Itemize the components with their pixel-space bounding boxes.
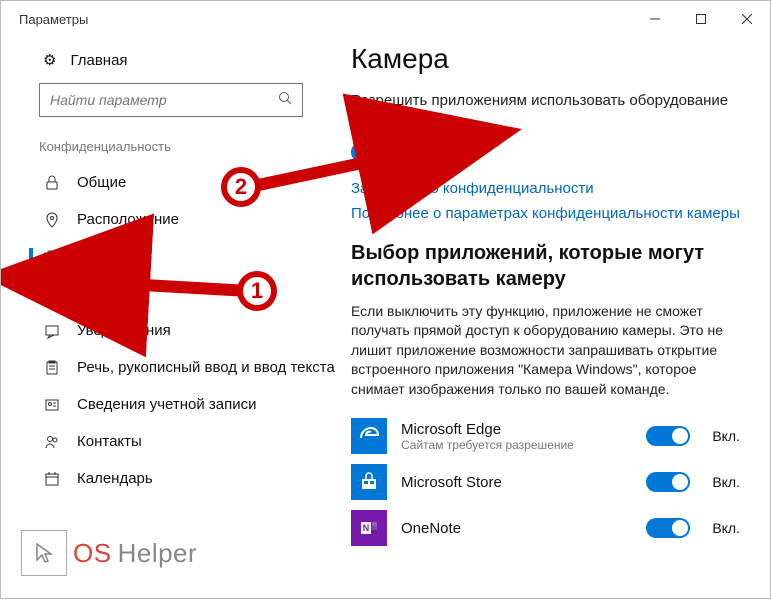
app-toggle-store[interactable] xyxy=(646,472,690,492)
camera-master-toggle[interactable] xyxy=(351,142,395,162)
window-title: Параметры xyxy=(19,12,88,27)
search-icon xyxy=(278,91,292,110)
store-icon xyxy=(351,464,387,500)
main-panel: Камера Разрешить приложениям использоват… xyxy=(341,37,770,598)
sidebar: ⚙ Главная Конфиденциальность Общие Распо… xyxy=(1,37,341,598)
search-box[interactable] xyxy=(39,83,303,117)
search-input[interactable] xyxy=(50,92,278,108)
app-row-onenote: N OneNote Вкл. xyxy=(351,505,740,551)
notifications-icon xyxy=(43,323,61,339)
lock-icon xyxy=(43,175,61,191)
sidebar-item-contacts[interactable]: Контакты xyxy=(1,423,341,460)
sidebar-section-label: Конфиденциальность xyxy=(1,135,341,164)
sidebar-item-camera[interactable]: Камера xyxy=(1,238,341,275)
sidebar-item-location[interactable]: Расположение xyxy=(1,201,341,238)
titlebar: Параметры xyxy=(1,1,770,37)
app-toggle-state: Вкл. xyxy=(712,428,740,444)
sidebar-item-notifications[interactable]: Уведомления xyxy=(1,312,341,349)
sidebar-item-calendar[interactable]: Календарь xyxy=(1,460,341,497)
apps-heading: Выбор приложений, которые могут использо… xyxy=(351,240,740,292)
privacy-learn-more-link[interactable]: Подробнее о параметрах конфиденциальност… xyxy=(351,205,740,222)
app-toggle-onenote[interactable] xyxy=(646,518,690,538)
app-row-edge: Microsoft Edge Сайтам требуется разрешен… xyxy=(351,413,740,459)
watermark: OS Helper xyxy=(21,530,197,576)
sidebar-item-speech[interactable]: Речь, рукописный ввод и ввод текста xyxy=(1,349,341,386)
clipboard-icon xyxy=(43,360,61,376)
gear-icon: ⚙ xyxy=(43,51,56,69)
calendar-icon xyxy=(43,471,61,487)
sidebar-item-label: Речь, рукописный ввод и ввод текста xyxy=(77,359,335,376)
location-icon xyxy=(43,212,61,228)
microphone-icon xyxy=(43,286,61,302)
sidebar-item-label: Уведомления xyxy=(77,322,171,339)
camera-icon xyxy=(43,249,61,265)
app-toggle-state: Вкл. xyxy=(712,520,740,536)
sidebar-item-label: Общие xyxy=(77,174,126,191)
sidebar-home-label: Главная xyxy=(70,52,127,69)
sidebar-home-button[interactable]: ⚙ Главная xyxy=(1,51,341,83)
page-title: Камера xyxy=(351,43,740,75)
app-subtext: Сайтам требуется разрешение xyxy=(401,438,632,452)
sidebar-item-label: Камера xyxy=(77,248,129,265)
onenote-icon: N xyxy=(351,510,387,546)
toggle-state-label: Вкл. xyxy=(405,144,433,160)
sidebar-item-label: Микрофон xyxy=(77,285,150,302)
watermark-helper: Helper xyxy=(118,538,198,569)
app-name: OneNote xyxy=(401,520,632,537)
allow-apps-text: Разрешить приложениям использовать обору… xyxy=(351,91,740,132)
sidebar-item-label: Календарь xyxy=(77,470,153,487)
app-row-store: Microsoft Store Вкл. xyxy=(351,459,740,505)
privacy-statement-link[interactable]: Заявление о конфиденциальности xyxy=(351,180,740,197)
sidebar-item-general[interactable]: Общие xyxy=(1,164,341,201)
watermark-os: OS xyxy=(73,538,112,569)
app-name: Microsoft Edge xyxy=(401,421,632,438)
contacts-icon xyxy=(43,434,61,450)
sidebar-item-label: Контакты xyxy=(77,433,142,450)
svg-text:N: N xyxy=(363,523,370,533)
app-toggle-state: Вкл. xyxy=(712,474,740,490)
edge-icon xyxy=(351,418,387,454)
app-name: Microsoft Store xyxy=(401,474,632,491)
app-toggle-edge[interactable] xyxy=(646,426,690,446)
maximize-button[interactable] xyxy=(678,1,724,37)
sidebar-item-label: Сведения учетной записи xyxy=(77,396,257,413)
close-button[interactable] xyxy=(724,1,770,37)
account-icon xyxy=(43,397,61,413)
sidebar-item-microphone[interactable]: Микрофон xyxy=(1,275,341,312)
sidebar-item-account[interactable]: Сведения учетной записи xyxy=(1,386,341,423)
minimize-button[interactable] xyxy=(632,1,678,37)
cursor-icon xyxy=(21,530,67,576)
sidebar-item-label: Расположение xyxy=(77,211,179,228)
apps-description: Если выключить эту функцию, приложение н… xyxy=(351,302,740,400)
